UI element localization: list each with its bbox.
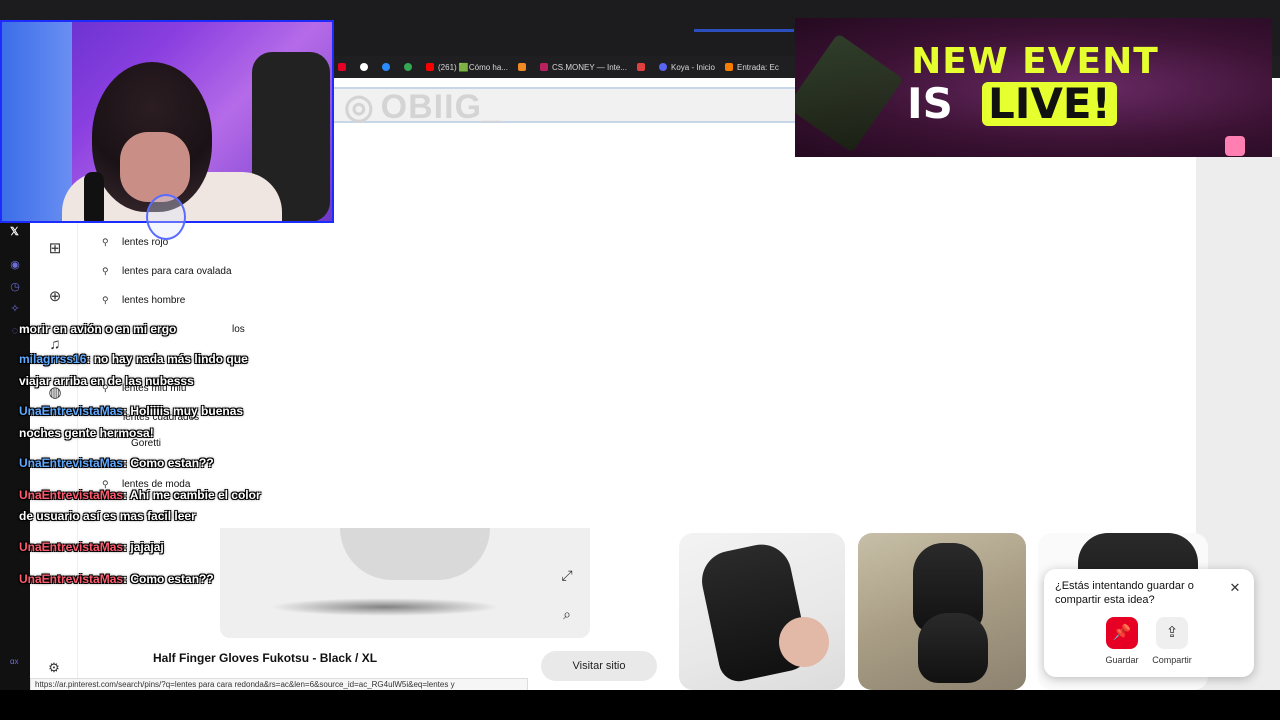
close-icon[interactable]: ✕ [1228, 581, 1242, 595]
bookmark-item[interactable] [360, 63, 372, 71]
browser-icon [382, 63, 390, 71]
webcam-overlay [0, 20, 334, 223]
related-pin[interactable] [858, 533, 1026, 690]
pin-icon: 📌 [1112, 624, 1132, 641]
product-title: Half Finger Gloves Fukotsu - Black / XL [153, 651, 378, 665]
suggestion-item[interactable]: ⚲ lentes para cara ovalada [102, 266, 232, 277]
circle-icon[interactable]: ◌ [8, 324, 22, 338]
popover-question: ¿Estás intentando guardar o compartir es… [1055, 580, 1194, 606]
discord-icon [658, 63, 667, 71]
event-decoration [1225, 136, 1245, 156]
bell-icon[interactable]: ♫ [46, 336, 64, 354]
bookmark-item[interactable]: (261) 🟩Cómo ha... [426, 63, 508, 72]
related-pin[interactable] [679, 533, 845, 690]
search-icon: ⚲ [102, 295, 109, 305]
suggestion-item[interactable]: Goretti [131, 438, 161, 449]
google-icon [404, 63, 412, 71]
share-label: Compartir [1152, 655, 1192, 665]
x-logo-icon[interactable]: 𝕏 [10, 225, 19, 238]
create-icon[interactable]: ⊕ [46, 288, 64, 306]
glove-fingers [779, 617, 829, 667]
suggestion-item[interactable]: lentes cuadrados [123, 412, 199, 423]
event-subtitle: IS [907, 79, 953, 128]
share-icon: ⇪ [1165, 624, 1179, 641]
glove-image [918, 613, 988, 683]
suggestion-item[interactable]: los [232, 324, 245, 335]
puzzle-icon[interactable]: ✧ [8, 302, 22, 316]
suggestion-item[interactable]: ⚲ lentes hombre [102, 295, 185, 306]
watermark-logo: ◎ OBIIG_ [344, 87, 502, 127]
event-banner: NEW EVENT IS LIVE! [795, 18, 1272, 157]
letterbox-bottom [0, 690, 1280, 720]
instagram-icon: ◎ [344, 88, 375, 126]
visual-search-icon[interactable]: ⌕ [558, 606, 576, 624]
suggestion-item[interactable]: ⚲ lentes de moda [102, 479, 190, 490]
bookmark-item[interactable]: CS.MONEY — Inte... [540, 63, 627, 72]
bookmark-item[interactable] [518, 63, 530, 71]
suggestion-item[interactable]: ⚲ lentes miu miu [102, 383, 186, 394]
settings-gear-icon[interactable]: ⚙ [46, 660, 62, 676]
stream-frame: (261) 🟩Cómo ha... CS.MONEY — Inte... Koy… [0, 0, 1280, 720]
bookmark-item[interactable] [382, 63, 394, 71]
pinterest-sidebar: ⊞ ⊕ ♫ ◍ [30, 222, 78, 690]
os-sidebar: ◉ ◷ ✧ ◌ [0, 222, 30, 690]
bookmark-item[interactable]: Entrada: Ec [725, 63, 779, 72]
bookmark-item[interactable] [636, 63, 649, 71]
board-icon[interactable]: ⊞ [46, 240, 64, 258]
download-icon [636, 63, 645, 71]
pinterest-icon [338, 63, 346, 71]
search-icon: ⚲ [102, 383, 109, 393]
active-tab-indicator [694, 29, 794, 32]
bookmark-item[interactable] [338, 63, 350, 71]
bookmark-icon [518, 63, 526, 71]
microphone-icon [84, 172, 104, 221]
search-icon: ⚲ [102, 479, 109, 489]
event-title: NEW EVENT [911, 41, 1159, 82]
search-icon: ⚲ [102, 237, 109, 247]
extension-icon[interactable]: ɑx [10, 657, 18, 666]
search-dropdown-panel [334, 123, 1196, 528]
bookmark-item[interactable] [404, 63, 416, 71]
share-button[interactable]: ⇪ [1156, 617, 1188, 649]
save-share-popover: ¿Estás intentando guardar o compartir es… [1044, 569, 1254, 677]
app-icon [360, 63, 368, 71]
search-bar[interactable]: ◎ OBIIG_ [334, 87, 795, 126]
blogger-icon [725, 63, 734, 71]
expand-icon[interactable]: ⤢ [558, 567, 576, 585]
channel-emblem-icon [146, 194, 186, 240]
search-icon: ⚲ [102, 266, 109, 276]
youtube-icon [426, 63, 434, 71]
product-shadow [270, 598, 500, 616]
suggestion-item[interactable]: ⚲ lentes rojo [102, 237, 168, 248]
clock-icon[interactable]: ◷ [8, 280, 22, 294]
save-label: Guardar [1105, 655, 1139, 665]
bookmark-item[interactable]: Koya - Inicio [658, 63, 715, 72]
message-icon[interactable]: ◍ [46, 384, 64, 402]
circle-icon[interactable]: ◉ [8, 258, 22, 272]
csmoney-icon [540, 63, 548, 71]
webcam-streamer-face [120, 132, 190, 202]
search-suggestions: ⚲ lentes rojo ⚲ lentes para cara ovalada ⚲… [78, 228, 378, 498]
webcam-background [2, 22, 72, 221]
save-pin-button[interactable]: 📌 [1106, 617, 1138, 649]
visit-site-button[interactable]: Visitar sitio [541, 651, 657, 681]
event-live-badge: LIVE! [982, 82, 1117, 126]
